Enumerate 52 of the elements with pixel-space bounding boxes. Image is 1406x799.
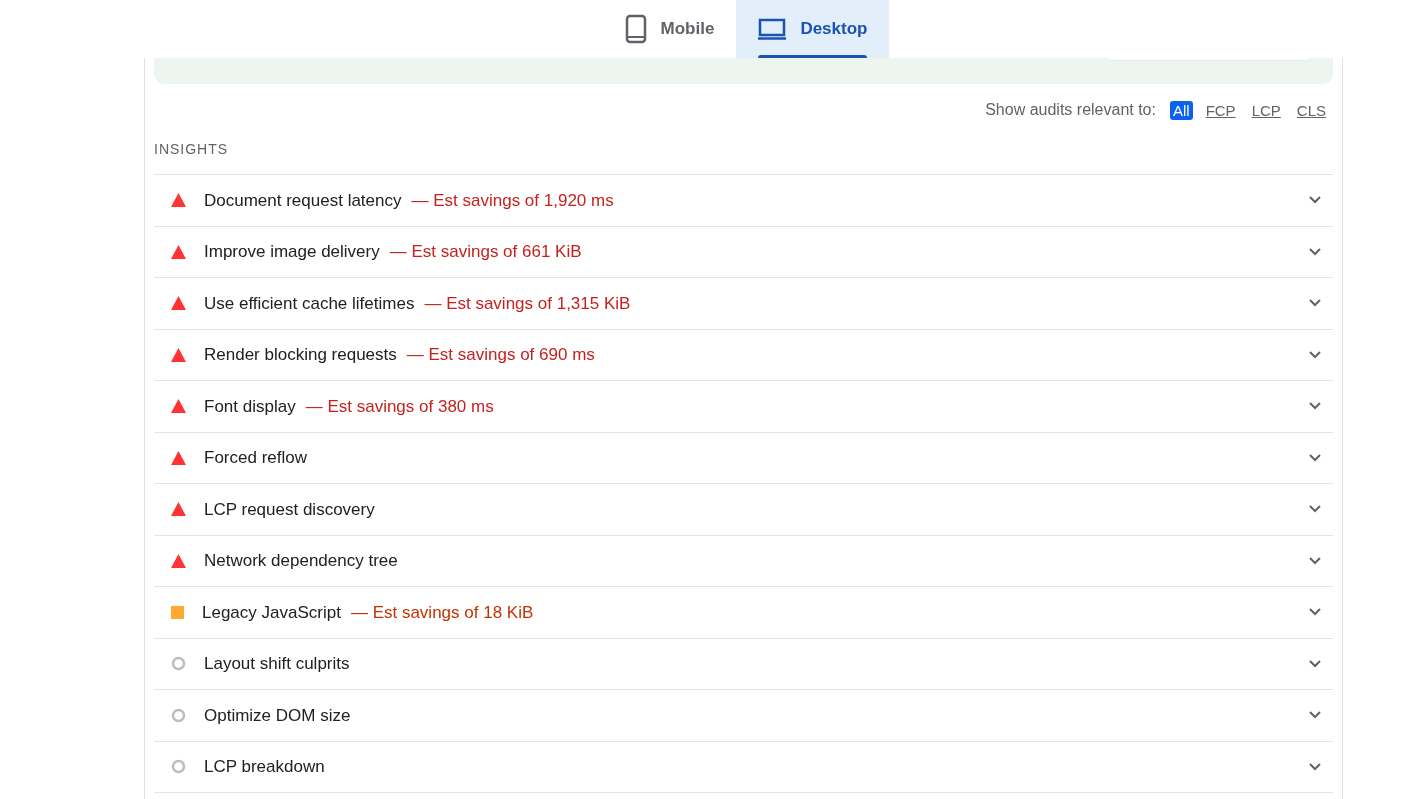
audit-row[interactable]: LCP breakdown <box>154 741 1333 793</box>
chevron-down-icon <box>1309 196 1321 205</box>
chevron-down-icon <box>1309 608 1321 617</box>
audit-title: Improve image delivery <box>204 241 380 263</box>
audit-row[interactable]: Font display — Est savings of 380 ms <box>154 381 1333 433</box>
audit-title: LCP breakdown <box>204 756 325 778</box>
audit-title: Render blocking requests <box>204 344 397 366</box>
audit-title: Legacy JavaScript <box>202 601 341 624</box>
audit-row[interactable]: Render blocking requests — Est savings of 690 ms <box>154 329 1333 381</box>
audit-row[interactable]: Forced reflow <box>154 432 1333 484</box>
chevron-down-icon <box>1309 505 1321 514</box>
audit-title: Use efficient cache lifetimes <box>204 292 415 315</box>
chevron-down-icon <box>1309 659 1321 668</box>
chevron-down-icon <box>1309 299 1321 308</box>
chevron-down-icon <box>1309 350 1321 359</box>
chevron-down-icon <box>1309 247 1321 256</box>
chevron-down-icon <box>1309 762 1321 771</box>
savings-text: — Est savings of 1,920 ms <box>411 189 614 212</box>
audit-row[interactable]: Optimize DOM size <box>154 690 1333 742</box>
audit-title: Document request latency <box>204 189 402 212</box>
audit-title: Layout shift culprits <box>204 653 350 675</box>
audit-title: Optimize DOM size <box>204 704 351 727</box>
savings-text: — Est savings of 1,315 KiB <box>424 292 631 315</box>
chevron-down-icon <box>1309 402 1321 411</box>
filter-chip[interactable]: CLS <box>1293 100 1329 120</box>
savings-text: — Est savings of 690 ms <box>406 344 595 366</box>
device-tab[interactable]: Desktop <box>736 0 890 58</box>
savings-text: — Est savings of 18 KiB <box>350 601 534 624</box>
filter-chip[interactable]: All <box>1169 100 1193 120</box>
audit-title: Network dependency tree <box>204 550 398 572</box>
chevron-down-icon <box>1309 453 1321 462</box>
chevron-down-icon <box>1309 556 1321 565</box>
filter-chip[interactable]: LCP <box>1248 100 1284 120</box>
audit-title: LCP request discovery <box>204 498 375 521</box>
audit-row[interactable]: Network dependency tree <box>154 535 1333 587</box>
audit-row[interactable]: Improve image delivery — Est savings of 661 KiB <box>154 226 1333 278</box>
savings-text: — Est savings of 661 KiB <box>389 241 582 263</box>
filter-label: Show audits relevant to: <box>985 100 1156 120</box>
audit-row[interactable]: Document request latency — Est savings of 1,920 ms <box>154 175 1333 227</box>
chevron-down-icon <box>1309 711 1321 720</box>
audit-title: Forced reflow <box>204 447 307 469</box>
audit-row[interactable]: Legacy JavaScript — Est savings of 18 KiB <box>154 587 1333 639</box>
audit-title: Font display <box>204 395 296 418</box>
filter-chip[interactable]: FCP <box>1202 100 1239 120</box>
audit-row[interactable]: Use efficient cache lifetimes — Est savings of 1,315 KiB <box>154 278 1333 330</box>
audit-row[interactable]: Layout shift culprits <box>154 638 1333 690</box>
phone-icon <box>624 14 647 44</box>
audit-row[interactable]: LCP request discovery <box>154 484 1333 536</box>
laptop-icon <box>758 18 787 40</box>
device-tab[interactable]: Mobile <box>602 0 737 58</box>
savings-text: — Est savings of 380 ms <box>305 395 494 418</box>
section-title: INSIGHTS <box>154 140 230 159</box>
